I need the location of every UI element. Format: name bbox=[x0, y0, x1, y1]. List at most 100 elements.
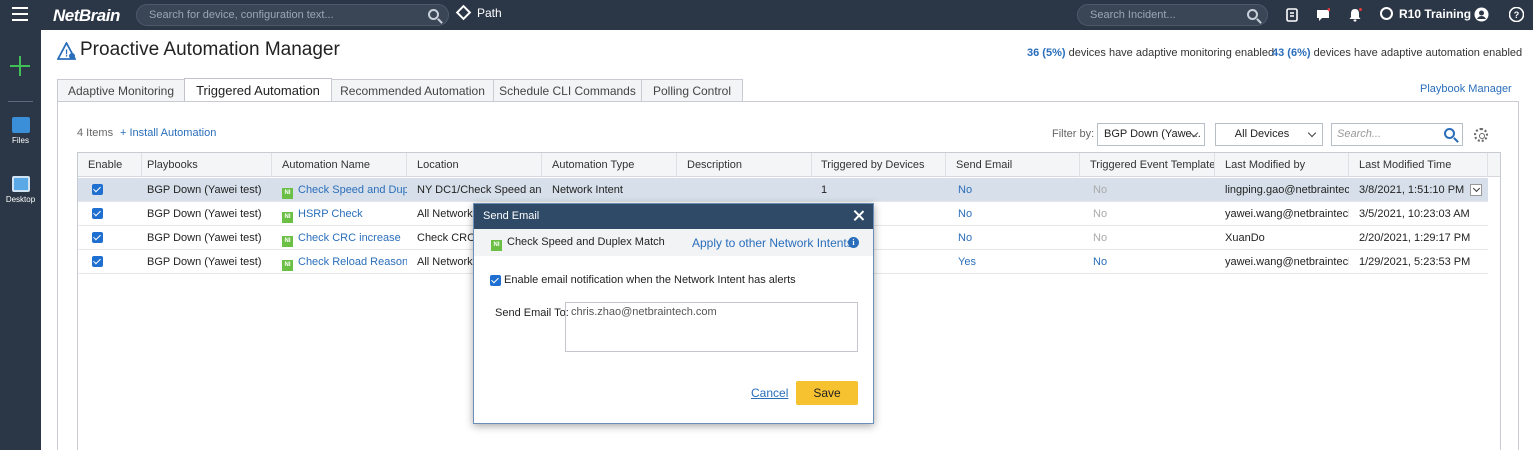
chevron-down-icon bbox=[1307, 128, 1317, 138]
dialog-header: Send Email bbox=[474, 204, 873, 229]
send-email-to-field[interactable]: chris.zhao@netbraintech.com bbox=[565, 302, 858, 352]
desktop-button[interactable]: Desktop bbox=[0, 176, 41, 204]
last-modified-time-cell: 1/29/2021, 5:23:53 PM bbox=[1359, 256, 1471, 268]
triggered-event-cell: No bbox=[1093, 184, 1108, 196]
playbook-filter-dropdown[interactable]: BGP Down (Yawe... bbox=[1097, 123, 1205, 146]
enable-email-notification-checkbox[interactable] bbox=[490, 275, 501, 286]
apply-to-other-intents-link[interactable]: Apply to other Network Intents bbox=[692, 236, 853, 250]
automation-name-cell[interactable]: NI Check Reload Reason bbox=[272, 250, 407, 274]
column-header-triggered-event-template[interactable]: Triggered Event Template bbox=[1080, 153, 1215, 177]
enable-checkbox[interactable] bbox=[92, 232, 103, 243]
global-search-input[interactable]: Search for device, configuration text... bbox=[136, 4, 449, 26]
path-icon bbox=[455, 4, 472, 21]
files-button[interactable]: Files bbox=[0, 117, 41, 145]
column-header-automation-type[interactable]: Automation Type bbox=[542, 153, 677, 177]
path-label: Path bbox=[477, 6, 502, 20]
cancel-button[interactable]: Cancel bbox=[751, 386, 788, 400]
send-email-cell[interactable]: Yes bbox=[948, 250, 1082, 274]
column-header-enable[interactable]: Enable bbox=[78, 153, 142, 177]
send-email-cell[interactable]: No bbox=[948, 226, 1082, 250]
send-email-to-label: Send Email To: bbox=[495, 307, 569, 319]
gear-icon[interactable] bbox=[1474, 128, 1488, 142]
column-header-triggered-by-devices[interactable]: Triggered by Devices bbox=[811, 153, 946, 177]
automation-type-cell: Network Intent bbox=[552, 184, 623, 196]
left-rail: Files Desktop bbox=[0, 30, 41, 450]
row-action-dropdown[interactable] bbox=[1470, 184, 1482, 196]
search-icon[interactable] bbox=[1247, 9, 1258, 20]
search-icon[interactable] bbox=[428, 9, 439, 20]
network-intent-icon: NI bbox=[282, 188, 293, 199]
column-header-description[interactable]: Description bbox=[677, 153, 812, 177]
enable-checkbox[interactable] bbox=[92, 208, 103, 219]
tab-adaptive-monitoring[interactable]: Adaptive Monitoring bbox=[57, 79, 185, 102]
column-header-send-email[interactable]: Send Email bbox=[946, 153, 1080, 177]
tab-recommended-automation[interactable]: Recommended Automation bbox=[331, 79, 494, 102]
playbook-cell: BGP Down (Yawei test) bbox=[147, 232, 262, 244]
incident-search-placeholder: Search Incident... bbox=[1090, 9, 1176, 21]
user-menu[interactable]: R10 Training bbox=[1380, 7, 1471, 21]
info-icon[interactable]: i bbox=[848, 237, 859, 248]
playbook-cell: BGP Down (Yawei test) bbox=[147, 256, 262, 268]
table-search-input[interactable]: Search... bbox=[1331, 123, 1463, 146]
automation-name-cell[interactable]: NI HSRP Check bbox=[272, 202, 407, 226]
filter-label: Filter by: bbox=[1052, 128, 1095, 140]
rail-divider bbox=[8, 101, 33, 102]
notebook-icon[interactable] bbox=[1285, 8, 1299, 22]
bell-icon[interactable] bbox=[1348, 8, 1362, 22]
column-header-playbooks[interactable]: Playbooks bbox=[137, 153, 272, 177]
enable-checkbox[interactable] bbox=[92, 256, 103, 267]
send-email-cell[interactable]: No bbox=[948, 202, 1082, 226]
search-icon[interactable] bbox=[1444, 128, 1455, 139]
desktop-label: Desktop bbox=[5, 195, 36, 204]
automation-manager-icon: ! bbox=[57, 42, 76, 60]
automation-name-text: Check Reload Reason bbox=[298, 256, 407, 268]
enable-checkbox[interactable] bbox=[92, 184, 103, 195]
help-icon[interactable]: ? bbox=[1509, 7, 1524, 22]
automation-name-text: HSRP Check bbox=[298, 208, 363, 220]
add-icon[interactable] bbox=[10, 56, 30, 76]
column-header-automation-name[interactable]: Automation Name bbox=[272, 153, 407, 177]
svg-text:?: ? bbox=[1514, 10, 1520, 20]
column-header-location[interactable]: Location bbox=[407, 153, 542, 177]
chat-icon[interactable] bbox=[1316, 8, 1330, 22]
automation-count[interactable]: 43 (6%) bbox=[1272, 47, 1311, 59]
tab-polling-control[interactable]: Polling Control bbox=[641, 79, 743, 102]
monitoring-count[interactable]: 36 (5%) bbox=[1027, 47, 1066, 59]
table-row[interactable]: BGP Down (Yawei test) NI Check Speed and … bbox=[78, 178, 1488, 202]
devices-filter-dropdown[interactable]: All Devices bbox=[1215, 123, 1323, 146]
menu-icon[interactable] bbox=[12, 7, 28, 23]
last-modified-by-cell: yawei.wang@netbraintech.com bbox=[1225, 256, 1349, 268]
triggered-event-cell: No bbox=[1093, 208, 1108, 220]
automation-text: devices have adaptive automation enabled bbox=[1313, 47, 1523, 59]
tab-schedule-cli-commands[interactable]: Schedule CLI Commands bbox=[493, 79, 642, 102]
automation-name-text: Check CRC increase bbox=[298, 232, 401, 244]
save-button[interactable]: Save bbox=[796, 381, 858, 405]
devices-filter-value: All Devices bbox=[1234, 128, 1290, 140]
last-modified-time-cell: 3/5/2021, 10:23:03 AM bbox=[1359, 208, 1470, 220]
tab-triggered-automation[interactable]: Triggered Automation bbox=[184, 78, 332, 102]
path-button[interactable]: Path bbox=[455, 4, 502, 21]
column-header-last-modified-time[interactable]: Last Modified Time bbox=[1349, 153, 1488, 177]
network-intent-icon: NI bbox=[282, 260, 293, 271]
automation-name-cell[interactable]: NI Check Speed and Duplex Match bbox=[272, 178, 407, 202]
close-icon[interactable] bbox=[853, 210, 864, 221]
network-intent-icon: NI bbox=[282, 212, 293, 223]
table-search-placeholder: Search... bbox=[1337, 128, 1382, 140]
send-email-cell[interactable]: No bbox=[948, 178, 1082, 202]
install-automation-link[interactable]: + Install Automation bbox=[120, 127, 216, 139]
column-header-last-modified-by[interactable]: Last Modified by bbox=[1215, 153, 1349, 177]
folder-icon bbox=[11, 117, 30, 133]
last-modified-by-cell: yawei.wang@netbraintech.com bbox=[1225, 208, 1349, 220]
account-icon[interactable] bbox=[1474, 7, 1489, 22]
automation-name-cell[interactable]: NI Check CRC increase bbox=[272, 226, 407, 250]
playbook-manager-link[interactable]: Playbook Manager bbox=[1420, 83, 1512, 95]
playbook-cell: BGP Down (Yawei test) bbox=[147, 184, 262, 196]
send-email-dialog: Send Email NI Check Speed and Duplex Matc… bbox=[473, 203, 874, 424]
last-modified-time-cell: 3/8/2021, 1:51:10 PM bbox=[1359, 184, 1465, 196]
files-label: Files bbox=[12, 136, 29, 145]
user-name: R10 Training bbox=[1399, 7, 1472, 21]
incident-search-input[interactable]: Search Incident... bbox=[1077, 4, 1268, 26]
last-modified-time-cell: 2/20/2021, 1:29:17 PM bbox=[1359, 232, 1471, 244]
triggered-event-cell[interactable]: No bbox=[1083, 250, 1217, 274]
netbrain-logo[interactable]: NetBrain bbox=[53, 6, 120, 26]
